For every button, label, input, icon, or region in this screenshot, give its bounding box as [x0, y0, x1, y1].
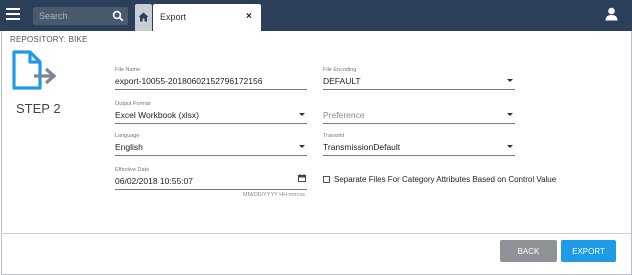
export-button[interactable]: EXPORT [561, 240, 616, 262]
step-label: STEP 2 [16, 101, 61, 116]
tab-export[interactable]: Export × [153, 4, 261, 31]
output-format-label: Output Format [115, 101, 151, 107]
file-encoding-label: File Encoding [323, 67, 357, 73]
search-box [33, 7, 128, 25]
calendar-icon[interactable] [298, 174, 306, 182]
chevron-down-icon[interactable] [299, 113, 305, 116]
transmit-value: TransmissionDefault [323, 142, 401, 152]
file-name-value[interactable]: export-10055-20180602152796172156 [115, 76, 262, 86]
repository-label: REPOSITORY: BIKE [10, 35, 88, 44]
hamburger-menu-icon[interactable] [6, 8, 20, 21]
separate-files-label: Separate Files For Category Attributes B… [334, 175, 557, 184]
user-icon[interactable] [605, 7, 618, 21]
transmit-label: Transmit [323, 133, 345, 139]
back-button[interactable]: BACK [500, 240, 557, 262]
language-label: Language [115, 133, 140, 139]
language-value: English [115, 142, 143, 152]
tab-home[interactable] [135, 4, 152, 31]
effective-date-label: Effective Date [115, 167, 150, 173]
chevron-down-icon[interactable] [299, 145, 305, 148]
home-icon [138, 12, 149, 22]
separate-files-checkbox[interactable] [323, 176, 330, 183]
top-navigation-bar: Export × [0, 0, 632, 31]
file-encoding-value: DEFAULT [323, 76, 361, 86]
file-name-label: File Name [115, 67, 141, 73]
chevron-down-icon[interactable] [507, 145, 513, 148]
chevron-down-icon[interactable] [507, 79, 513, 82]
chevron-down-icon[interactable] [507, 113, 513, 116]
effective-date-value[interactable]: 06/02/2018 10:55:07 [115, 176, 193, 186]
export-panel [1, 31, 632, 275]
export-document-icon [12, 50, 57, 90]
date-format-hint: MM/DD/YYYY HH:mm:ss [243, 192, 305, 198]
preference-placeholder: Preference [323, 110, 365, 120]
close-tab-icon[interactable]: × [246, 11, 252, 22]
tab-export-label: Export [160, 12, 187, 22]
output-format-value: Excel Workbook (xlsx) [115, 110, 199, 120]
search-icon[interactable] [112, 10, 124, 22]
footer-divider [2, 233, 631, 234]
search-input[interactable] [39, 9, 107, 23]
